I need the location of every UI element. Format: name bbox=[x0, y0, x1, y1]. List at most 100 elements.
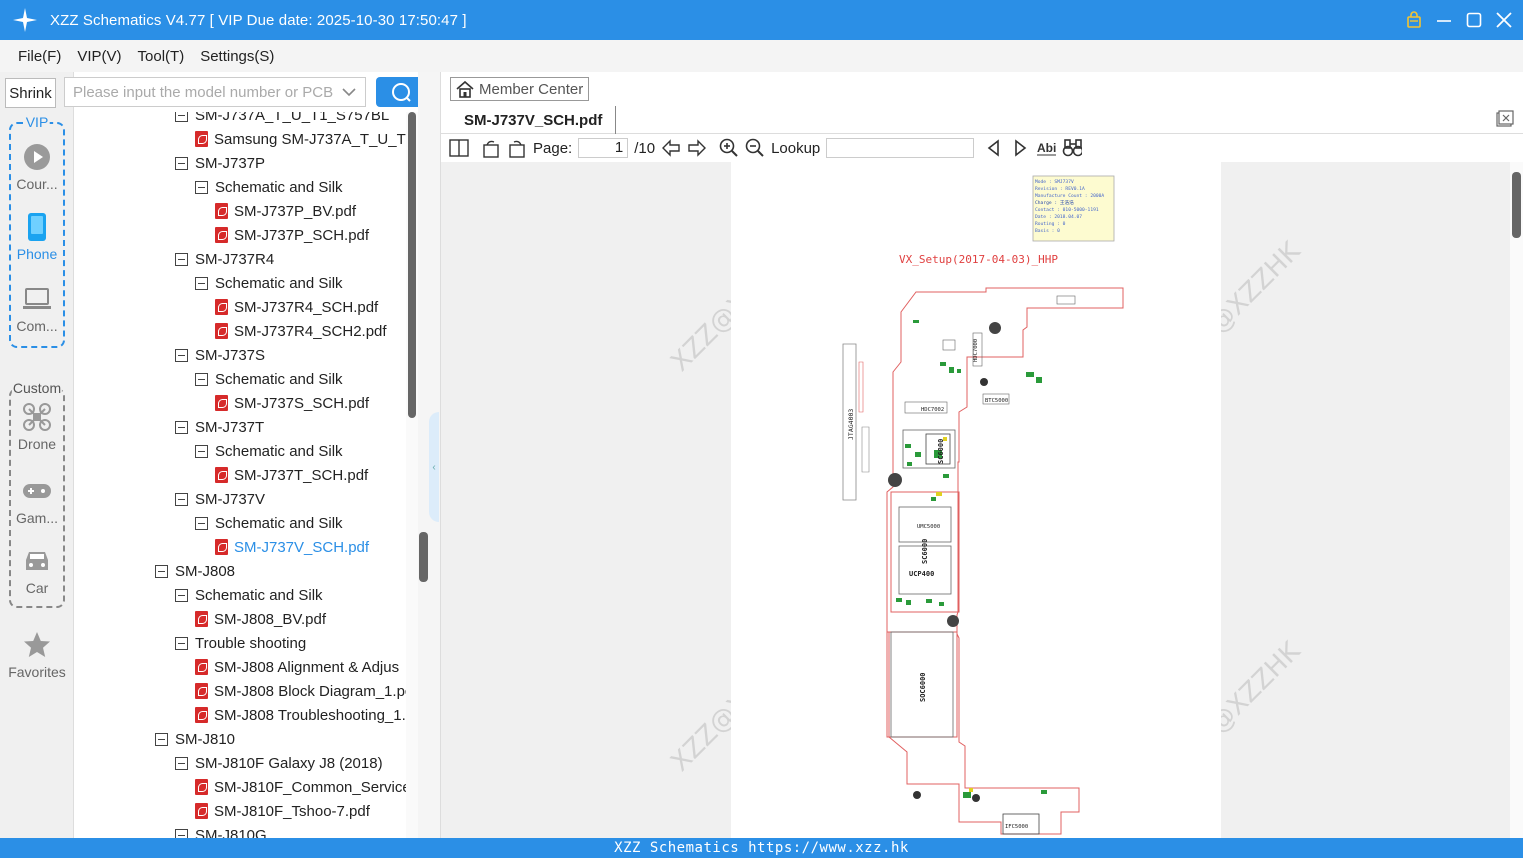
tree-file-row[interactable]: SM-J737R4_SCH.pdf bbox=[215, 295, 378, 319]
rail-item-label: Cour... bbox=[16, 176, 58, 192]
viewer-scroll-thumb[interactable] bbox=[1512, 172, 1521, 238]
component-label: HDC7002 bbox=[921, 407, 944, 413]
find-next-icon[interactable] bbox=[1010, 138, 1030, 158]
chevron-down-icon[interactable] bbox=[341, 84, 357, 100]
collapse-toggle-icon[interactable] bbox=[175, 112, 188, 122]
document-canvas[interactable]: XZZ@XZZHK XZZ@XZZHK XZZ@XZZHK XZZ@XZZHK … bbox=[441, 162, 1511, 838]
search-input[interactable]: Please input the model number or PCB bbox=[64, 77, 366, 107]
rail-item-drone[interactable]: Drone bbox=[0, 402, 74, 452]
tree-file-row[interactable]: SM-J737S_SCH.pdf bbox=[215, 391, 369, 415]
tree-file-row[interactable]: Samsung SM-J737A_T_U_T1_ bbox=[195, 127, 418, 151]
zoom-out-icon[interactable] bbox=[745, 138, 765, 158]
vip-group-label: VIP bbox=[24, 114, 50, 130]
sidebar-toggle-icon[interactable] bbox=[449, 138, 469, 158]
close-tab-icon[interactable] bbox=[1496, 110, 1514, 128]
rail-item-courses[interactable]: Cour... bbox=[0, 142, 74, 192]
tree-hscroll-thumb[interactable] bbox=[419, 532, 428, 582]
tree-folder-row[interactable]: SM-J810 bbox=[155, 727, 235, 751]
collapse-toggle-icon[interactable] bbox=[155, 732, 168, 746]
collapse-toggle-icon[interactable] bbox=[195, 180, 208, 194]
rotate-left-icon[interactable] bbox=[481, 138, 501, 158]
menu-vip[interactable]: VIP(V) bbox=[77, 48, 121, 65]
rail-item-car[interactable]: Car bbox=[0, 546, 74, 596]
lookup-input[interactable] bbox=[826, 138, 975, 158]
tree-scroll-thumb[interactable] bbox=[408, 112, 416, 418]
collapse-toggle-icon[interactable] bbox=[155, 564, 168, 578]
tab-document[interactable]: SM-J737V_SCH.pdf bbox=[449, 106, 616, 134]
lock-icon[interactable] bbox=[1405, 11, 1423, 29]
tree-file-row[interactable]: SM-J808 Alignment & Adjus bbox=[195, 655, 399, 679]
collapse-toggle-icon[interactable] bbox=[175, 348, 188, 362]
collapse-toggle-icon[interactable] bbox=[175, 828, 188, 838]
tree-file-row[interactable]: SM-J810F_Tshoo-7.pdf bbox=[195, 799, 370, 823]
gamepad-icon bbox=[22, 476, 52, 506]
shrink-button[interactable]: Shrink bbox=[5, 78, 56, 108]
close-icon[interactable] bbox=[1495, 11, 1513, 29]
rail-item-favorites[interactable]: Favorites bbox=[0, 630, 74, 680]
menu-file[interactable]: File(F) bbox=[18, 48, 61, 65]
pdf-file-icon bbox=[195, 659, 208, 675]
tree-file-row[interactable]: SM-J808 Block Diagram_1.pc bbox=[195, 679, 412, 703]
collapse-toggle-icon[interactable] bbox=[195, 372, 208, 386]
tree-folder-row[interactable]: SM-J737P bbox=[175, 151, 265, 175]
tree-folder-row[interactable]: SM-J808 bbox=[155, 559, 235, 583]
page-number-input[interactable]: 1 bbox=[578, 138, 629, 158]
prev-page-icon[interactable] bbox=[661, 138, 681, 158]
collapse-toggle-icon[interactable] bbox=[175, 492, 188, 506]
tree-folder-row[interactable]: SM-J737V bbox=[175, 487, 265, 511]
tree-folder-row[interactable]: SM-J737T bbox=[175, 415, 264, 439]
collapse-toggle-icon[interactable] bbox=[175, 420, 188, 434]
tree-file-row[interactable]: SM-J808_BV.pdf bbox=[195, 607, 326, 631]
tree-folder-row[interactable]: SM-J737S bbox=[175, 343, 265, 367]
collapse-toggle-icon[interactable] bbox=[195, 444, 208, 458]
rail-item-games[interactable]: Gam... bbox=[0, 476, 74, 526]
tree-folder-row[interactable]: SM-J810G bbox=[175, 823, 267, 838]
rotate-right-icon[interactable] bbox=[507, 138, 527, 158]
collapse-toggle-icon[interactable] bbox=[175, 756, 188, 770]
rail-item-computer[interactable]: Com... bbox=[0, 284, 74, 334]
tree-folder-row[interactable]: SM-J737A_T_U_T1_S757BL bbox=[175, 112, 389, 127]
collapse-toggle-icon[interactable] bbox=[195, 276, 208, 290]
zoom-in-icon[interactable] bbox=[719, 138, 739, 158]
tree-folder-row[interactable]: Trouble shooting bbox=[175, 631, 306, 655]
collapse-toggle-icon[interactable] bbox=[175, 156, 188, 170]
tree-file-row[interactable]: SM-J737V_SCH.pdf bbox=[215, 535, 369, 559]
tree-folder-row[interactable]: Schematic and Silk bbox=[195, 175, 343, 199]
next-page-icon[interactable] bbox=[687, 138, 707, 158]
pdf-file-icon bbox=[215, 539, 228, 555]
minimize-icon[interactable] bbox=[1435, 11, 1453, 29]
tree-folder-row[interactable]: SM-J737R4 bbox=[175, 247, 274, 271]
tree-folder-row[interactable]: Schematic and Silk bbox=[175, 583, 323, 607]
collapse-toggle-icon[interactable] bbox=[175, 252, 188, 266]
tree-file-row[interactable]: SM-J737P_SCH.pdf bbox=[215, 223, 369, 247]
find-prev-icon[interactable] bbox=[984, 138, 1004, 158]
collapse-toggle-icon[interactable] bbox=[175, 636, 188, 650]
menu-settings[interactable]: Settings(S) bbox=[200, 48, 274, 65]
tree-folder-row[interactable]: Schematic and Silk bbox=[195, 271, 343, 295]
collapse-toggle-icon[interactable] bbox=[175, 588, 188, 602]
splitter[interactable]: ‹ bbox=[418, 72, 440, 838]
viewer-scrollbar[interactable] bbox=[1510, 162, 1523, 838]
tree-file-row[interactable]: SM-J810F_Common_Service_ bbox=[195, 775, 418, 799]
binoculars-icon[interactable] bbox=[1062, 138, 1083, 158]
collapse-panel-icon[interactable]: ‹ bbox=[429, 412, 439, 522]
member-center-button[interactable]: Member Center bbox=[450, 77, 589, 101]
tree-folder-row[interactable]: Schematic and Silk bbox=[195, 439, 343, 463]
collapse-toggle-icon[interactable] bbox=[195, 516, 208, 530]
tree-folder-row[interactable]: Schematic and Silk bbox=[195, 367, 343, 391]
component-label: JTAG4003 bbox=[847, 409, 855, 440]
rail-item-label: Phone bbox=[16, 246, 58, 262]
laptop-icon bbox=[22, 284, 52, 314]
tree-file-row[interactable]: SM-J737P_BV.pdf bbox=[215, 199, 356, 223]
tree-scrollbar[interactable]: ▲ bbox=[406, 112, 418, 838]
match-case-icon[interactable]: Abi bbox=[1036, 138, 1057, 158]
tree-file-row[interactable]: SM-J737T_SCH.pdf bbox=[215, 463, 368, 487]
rail-item-phone[interactable]: Phone bbox=[0, 212, 74, 262]
tree-folder-row[interactable]: SM-J810F Galaxy J8 (2018) bbox=[175, 751, 383, 775]
maximize-icon[interactable] bbox=[1465, 11, 1483, 29]
tree-folder-row[interactable]: Schematic and Silk bbox=[195, 511, 343, 535]
component-label: SOC6000 bbox=[919, 672, 927, 702]
tree-file-row[interactable]: SM-J808 Troubleshooting_1. bbox=[195, 703, 406, 727]
menu-tool[interactable]: Tool(T) bbox=[138, 48, 185, 65]
tree-file-row[interactable]: SM-J737R4_SCH2.pdf bbox=[215, 319, 387, 343]
